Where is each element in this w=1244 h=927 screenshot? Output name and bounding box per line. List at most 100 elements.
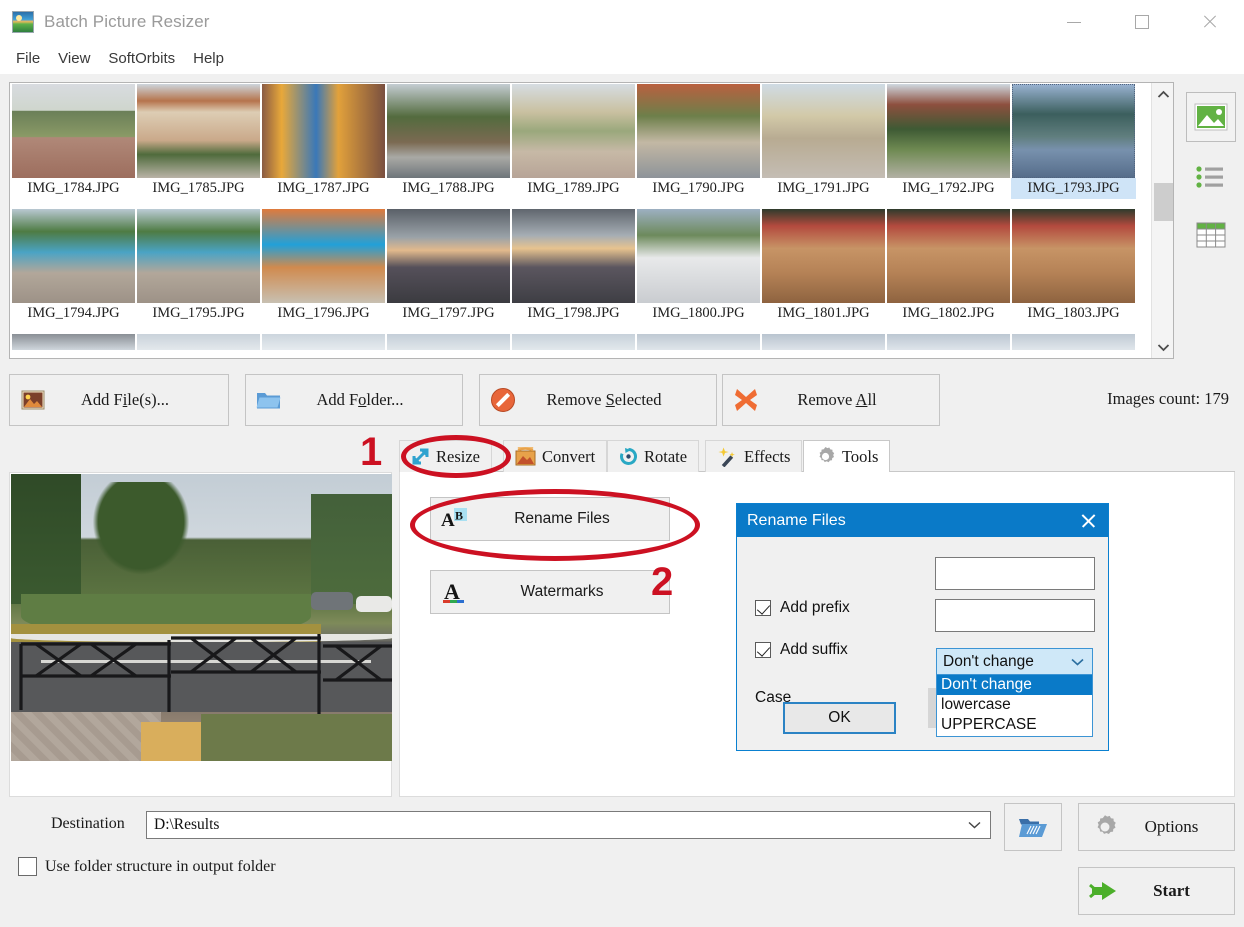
list-item[interactable]: IMG_1795.JPG [136, 208, 261, 333]
prefix-input[interactable] [935, 557, 1095, 590]
list-item[interactable]: IMG_1789.JPG [511, 83, 636, 208]
case-combobox-value: Don't change [943, 652, 1034, 670]
thumbnail-image [1012, 334, 1135, 350]
options-button[interactable]: Options [1078, 803, 1235, 851]
list-item[interactable]: IMG_1800.JPG [636, 208, 761, 333]
tab-resize-label: Resize [436, 446, 480, 466]
list-view-button[interactable] [1186, 152, 1236, 202]
thumbnails-view-button[interactable] [1186, 92, 1236, 142]
thumbnail-image [137, 209, 260, 303]
case-dropdown-list[interactable]: Don't change lowercase UPPERCASE [936, 675, 1093, 737]
dialog-title-bar: Rename Files [737, 504, 1108, 537]
list-item[interactable]: IMG_1798.JPG [511, 208, 636, 333]
add-files-label: Add File(s)... [80, 390, 169, 409]
list-item[interactable]: IMG_1785.JPG [136, 83, 261, 208]
list-item[interactable]: IMG_1793.JPG [1011, 83, 1136, 208]
start-button[interactable]: Start [1078, 867, 1235, 915]
list-item[interactable]: IMG_1787.JPG [261, 83, 386, 208]
tab-convert[interactable]: Convert [503, 440, 608, 472]
remove-all-button[interactable]: Remove All [722, 374, 940, 426]
use-folder-structure-label: Use folder structure in output folder [45, 857, 276, 875]
preview-car-1 [311, 592, 353, 610]
thumbnail-scrollbar[interactable] [1151, 83, 1173, 358]
thumbnail-image [12, 209, 135, 303]
list-item [261, 333, 386, 350]
list-item[interactable]: IMG_1801.JPG [761, 208, 886, 333]
ab-rename-icon: A B [431, 508, 477, 530]
preview-image [11, 474, 392, 761]
thumbnail-caption: IMG_1798.JPG [527, 305, 620, 321]
close-button[interactable] [1176, 0, 1244, 44]
tab-rotate-label: Rotate [644, 446, 688, 466]
scrollbar-thumb[interactable] [1154, 183, 1173, 221]
details-view-button[interactable] [1186, 210, 1236, 260]
dialog-ok-button[interactable]: OK [783, 702, 896, 734]
suffix-input[interactable] [935, 599, 1095, 632]
annotation-number-2: 2 [651, 560, 674, 604]
add-folder-button[interactable]: Add Folder... [245, 374, 463, 426]
add-files-button[interactable]: Add File(s)... [9, 374, 229, 426]
list-item [386, 333, 511, 350]
watermarks-button[interactable]: A Watermarks [430, 570, 670, 614]
list-item[interactable]: IMG_1794.JPG [11, 208, 136, 333]
tab-effects[interactable]: Effects [705, 440, 803, 472]
list-item[interactable]: IMG_1802.JPG [886, 208, 1011, 333]
thumbnail-caption: IMG_1793.JPG [1011, 178, 1136, 199]
dialog-title: Rename Files [747, 511, 846, 529]
thumbnail-image [637, 84, 760, 178]
case-option-dont-change[interactable]: Don't change [937, 675, 1092, 695]
thumbnail-image [262, 84, 385, 178]
destination-combobox[interactable]: D:\Results [146, 811, 991, 839]
list-item[interactable]: IMG_1788.JPG [386, 83, 511, 208]
destination-label: Destination [51, 815, 125, 832]
menu-file[interactable]: File [7, 48, 49, 70]
tab-tools[interactable]: Tools [803, 440, 891, 472]
thumbnail-caption: IMG_1800.JPG [652, 305, 745, 321]
list-item[interactable]: IMG_1796.JPG [261, 208, 386, 333]
thumbnail-caption: IMG_1792.JPG [902, 180, 995, 196]
checkbox-icon [755, 642, 771, 658]
add-suffix-checkbox[interactable]: Add suffix [755, 641, 848, 659]
thumbnail-image [762, 84, 885, 178]
picture-icon [1194, 103, 1228, 131]
list-item[interactable]: IMG_1790.JPG [636, 83, 761, 208]
green-arrow-icon [1079, 879, 1131, 903]
add-prefix-checkbox[interactable]: Add prefix [755, 599, 850, 617]
grid-icon [1196, 222, 1226, 248]
list-item [636, 333, 761, 350]
thumbnail-image [887, 209, 1010, 303]
browse-destination-button[interactable] [1004, 803, 1062, 851]
menu-softorbits[interactable]: SoftOrbits [99, 48, 184, 70]
list-item[interactable]: IMG_1797.JPG [386, 208, 511, 333]
list-item[interactable]: IMG_1792.JPG [886, 83, 1011, 208]
tab-resize[interactable]: Resize [399, 440, 492, 472]
title-bar: Batch Picture Resizer [0, 0, 1244, 44]
checkbox-icon [755, 600, 771, 616]
maximize-button[interactable] [1108, 0, 1176, 44]
tab-rotate[interactable]: Rotate [607, 440, 700, 472]
thumbnail-list-panel[interactable]: IMG_1775.JPG IMG_1776.JPG IMG_1778.JPG I… [9, 82, 1174, 359]
thumbnail-caption: IMG_1794.JPG [27, 305, 120, 321]
minimize-button[interactable] [1040, 0, 1108, 44]
list-item[interactable]: IMG_1791.JPG [761, 83, 886, 208]
menu-view[interactable]: View [49, 48, 99, 70]
list-item[interactable]: IMG_1784.JPG [11, 83, 136, 208]
rename-files-button[interactable]: A B Rename Files [430, 497, 670, 541]
list-item[interactable]: IMG_1803.JPG [1011, 208, 1136, 333]
scroll-down-button[interactable] [1152, 336, 1173, 358]
thumbnail-caption: IMG_1788.JPG [402, 180, 495, 196]
case-option-lowercase[interactable]: lowercase [937, 695, 1092, 715]
picture-add-icon [10, 390, 56, 410]
case-combobox[interactable]: Don't change [936, 648, 1093, 675]
thumbnail-image [762, 209, 885, 303]
remove-selected-button[interactable]: Remove Selected [479, 374, 717, 426]
thumbnail-caption: IMG_1796.JPG [277, 305, 370, 321]
dialog-close-button[interactable] [1068, 504, 1108, 537]
scroll-up-button[interactable] [1152, 83, 1173, 105]
case-option-uppercase[interactable]: UPPERCASE [937, 715, 1092, 735]
use-folder-structure-checkbox[interactable]: Use folder structure in output folder [18, 857, 276, 876]
thumbnail-caption: IMG_1787.JPG [277, 180, 370, 196]
rotate-icon [620, 448, 637, 465]
add-suffix-label: Add suffix [780, 641, 848, 658]
menu-help[interactable]: Help [184, 48, 233, 70]
